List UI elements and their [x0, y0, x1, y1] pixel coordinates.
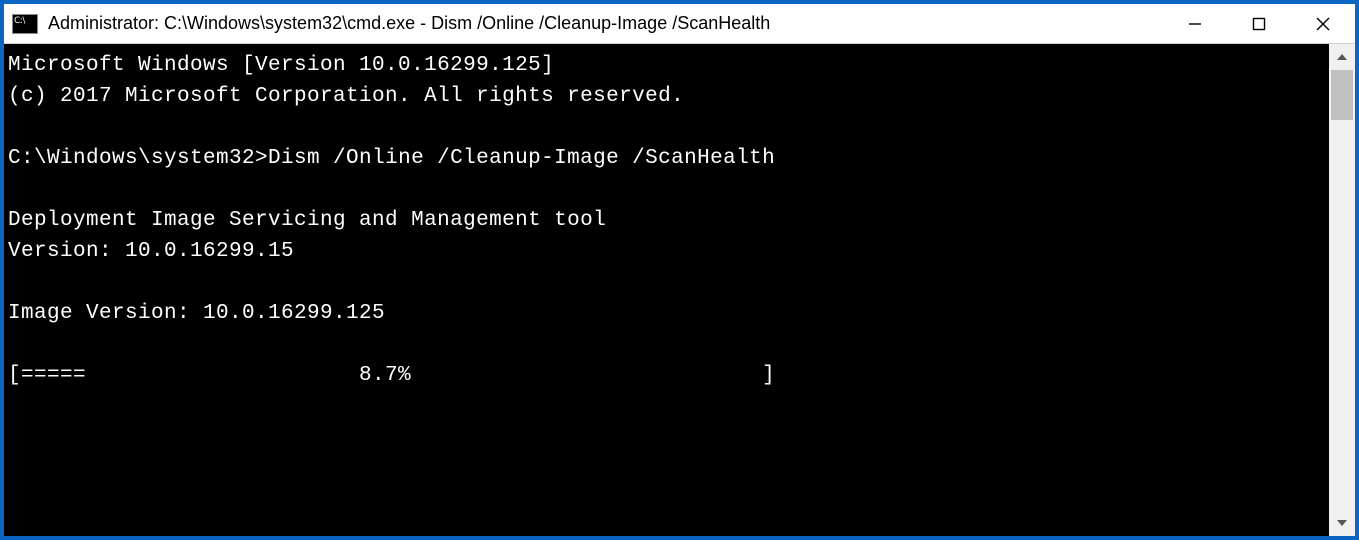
os-version-line: Microsoft Windows [Version 10.0.16299.12… [8, 54, 554, 77]
scroll-down-button[interactable] [1329, 510, 1355, 536]
scroll-thumb[interactable] [1331, 70, 1353, 120]
maximize-button[interactable] [1227, 4, 1291, 43]
image-version-line: Image Version: 10.0.16299.125 [8, 302, 385, 325]
terminal-output[interactable]: Microsoft Windows [Version 10.0.16299.12… [4, 44, 1329, 536]
minimize-button[interactable] [1163, 4, 1227, 43]
close-button[interactable] [1291, 4, 1355, 43]
entered-command: Dism /Online /Cleanup-Image /ScanHealth [268, 147, 775, 170]
content-area: Microsoft Windows [Version 10.0.16299.12… [4, 44, 1355, 536]
copyright-line: (c) 2017 Microsoft Corporation. All righ… [8, 85, 684, 108]
tool-name-line: Deployment Image Servicing and Managemen… [8, 209, 606, 232]
titlebar[interactable]: Administrator: C:\Windows\system32\cmd.e… [4, 4, 1355, 44]
prompt: C:\Windows\system32> [8, 147, 268, 170]
cmd-icon [12, 14, 38, 34]
tool-version-line: Version: 10.0.16299.15 [8, 240, 294, 263]
cmd-window: Administrator: C:\Windows\system32\cmd.e… [3, 3, 1356, 537]
window-title: Administrator: C:\Windows\system32\cmd.e… [48, 13, 1163, 34]
scroll-track[interactable] [1329, 70, 1355, 510]
scroll-up-button[interactable] [1329, 44, 1355, 70]
window-controls [1163, 4, 1355, 43]
progress-bar: [===== 8.7% ] [8, 364, 775, 387]
vertical-scrollbar[interactable] [1329, 44, 1355, 536]
